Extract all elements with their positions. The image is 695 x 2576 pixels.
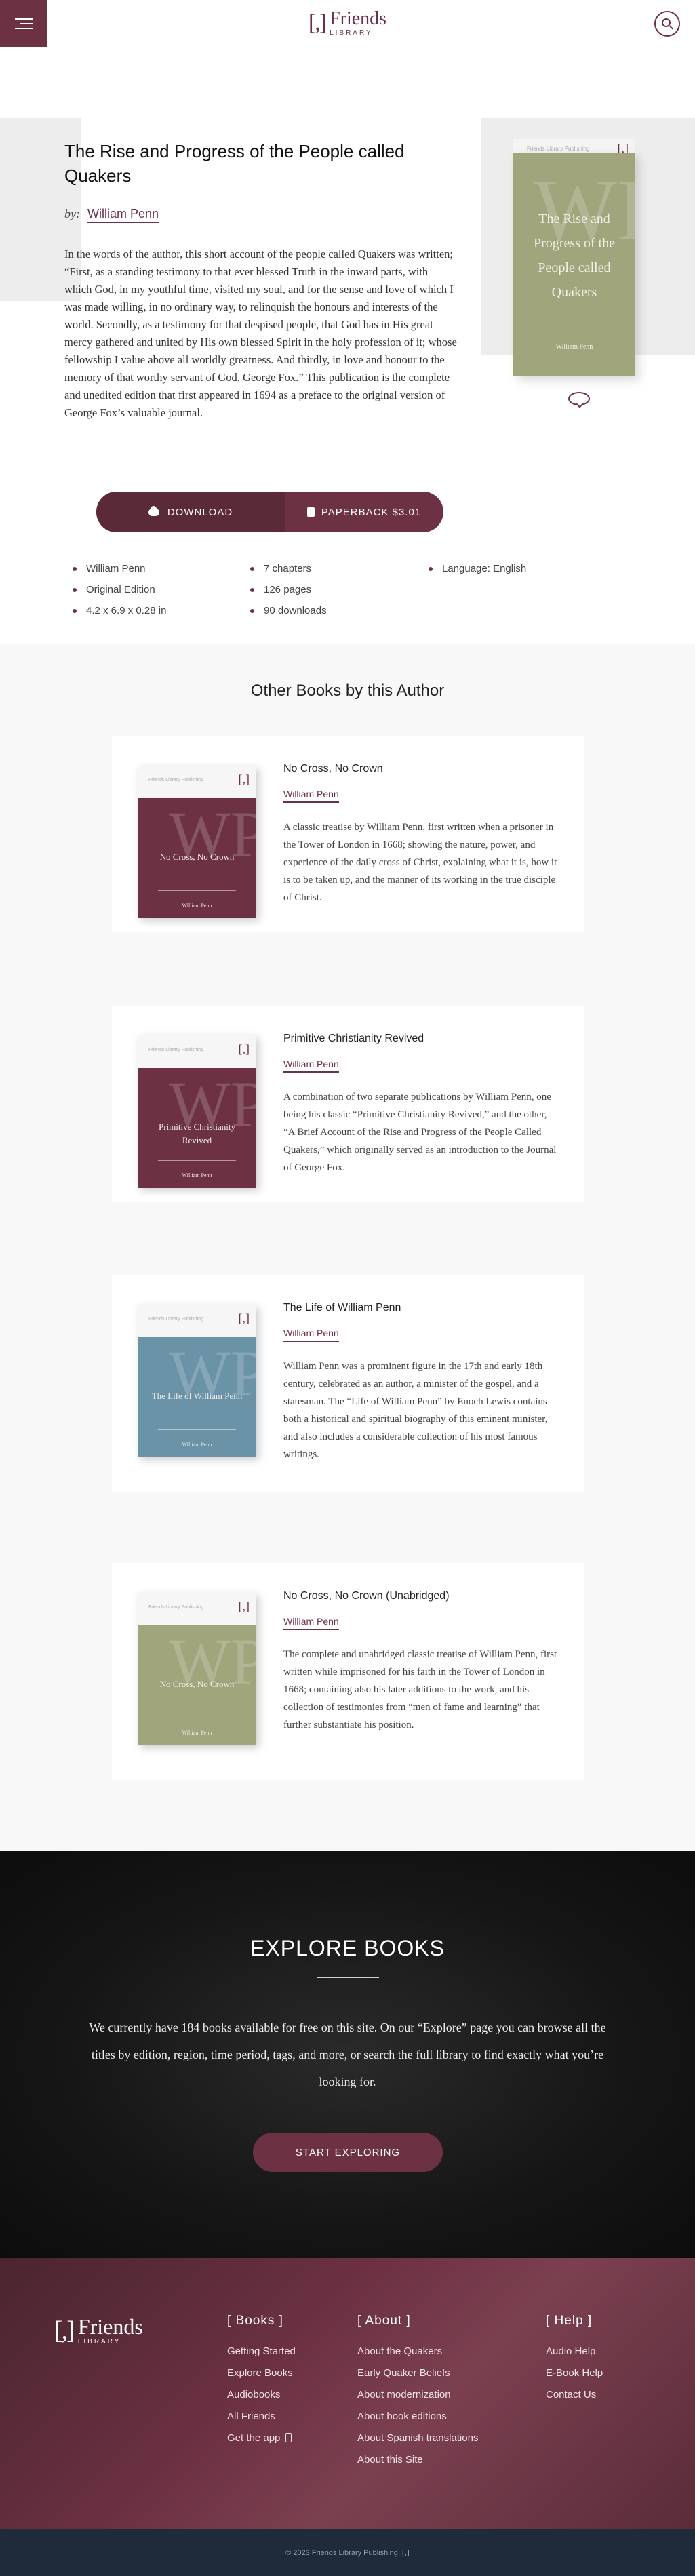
- meta-list-3: Language: English: [427, 563, 526, 584]
- book-cover[interactable]: WP The Rise and Progress of the People c…: [513, 153, 635, 376]
- meta-size: 4.2 x 6.9 x 0.28 in: [71, 605, 166, 626]
- download-button[interactable]: DOWNLOAD: [96, 492, 285, 532]
- section-heading: Other Books by this Author: [250, 681, 445, 700]
- footer-link-app[interactable]: Get the app: [227, 2428, 296, 2449]
- byline: by: William Penn: [64, 207, 159, 223]
- footer-col-about: [ About ] About the Quakers Early Quaker…: [357, 2314, 478, 2471]
- logo-subtext: LIBRARY: [330, 29, 373, 37]
- book-description: In the words of the author, this short a…: [64, 247, 457, 419]
- book-card-title[interactable]: No Cross, No Crown: [283, 763, 383, 775]
- book-card-title[interactable]: Primitive Christianity Revived: [283, 1033, 424, 1045]
- footer-link[interactable]: About Spanish translations: [357, 2428, 478, 2449]
- cover-title: Primitive Christianity Revived: [158, 1122, 236, 1145]
- cover-author: William Penn: [182, 1442, 212, 1448]
- by-label: by:: [64, 207, 80, 220]
- cover-author: William Penn: [182, 1730, 212, 1736]
- book-card-description: William Penn was a prominent figure in t…: [283, 1361, 548, 1460]
- book-card-description: The complete and unabridged classic trea…: [283, 1649, 557, 1730]
- meta-downloads: 90 downloads: [249, 605, 327, 626]
- footer-heading: [ Help ]: [546, 2314, 593, 2328]
- cover-title: No Cross, No Crown: [159, 852, 235, 862]
- book-card-author[interactable]: William Penn: [283, 1328, 339, 1342]
- site-logo[interactable]: [,] Friends LIBRARY: [309, 9, 386, 37]
- footer-link[interactable]: Explore Books: [227, 2362, 296, 2384]
- footer-col-books: [ Books ] Getting Started Explore Books …: [227, 2314, 296, 2449]
- footer-link[interactable]: Audiobooks: [227, 2384, 296, 2406]
- cover-title: The Life of William Penn: [151, 1391, 243, 1401]
- cover-author: William Penn: [182, 1172, 212, 1178]
- cover-publisher: Friends Library Publishing: [527, 146, 590, 152]
- book-card[interactable]: Friends Library Publishing [,] WP No Cros…: [112, 1563, 584, 1780]
- meta-pages: 126 pages: [249, 584, 327, 605]
- footer-link[interactable]: Early Quaker Beliefs: [357, 2362, 478, 2384]
- footer-link[interactable]: Audio Help: [546, 2341, 603, 2362]
- footer-link[interactable]: All Friends: [227, 2406, 296, 2428]
- book-card-description: A combination of two separate publicatio…: [283, 1092, 557, 1173]
- rotate-cover-icon[interactable]: [568, 392, 590, 405]
- meta-author: William Penn: [71, 563, 166, 584]
- book-icon: [306, 507, 315, 517]
- top-nav: [,] Friends LIBRARY: [0, 0, 695, 47]
- footer-link[interactable]: About this Site: [357, 2449, 478, 2471]
- search-icon[interactable]: [654, 11, 680, 37]
- other-books-section: Other Books by this Author Friends Libra…: [0, 644, 695, 1851]
- footer-link[interactable]: About the Quakers: [357, 2341, 478, 2362]
- logo-text: Friends: [330, 8, 387, 29]
- cover-author: William Penn: [182, 903, 212, 909]
- copyright-bar: © 2023 Friends Library Publishing [,]: [0, 2529, 695, 2576]
- book-hero: The Rise and Progress of the People call…: [0, 47, 695, 644]
- phone-icon: [285, 2433, 292, 2442]
- action-bar: DOWNLOAD PAPERBACK $3.01: [96, 492, 443, 532]
- paperback-button[interactable]: PAPERBACK $3.01: [285, 492, 443, 532]
- meta-list-1: William Penn Original Edition 4.2 x 6.9 …: [71, 563, 166, 626]
- footer-heading: [ Books ]: [227, 2314, 283, 2328]
- cover-title: No Cross, No Crown: [159, 1679, 235, 1689]
- cover-header: Friends Library Publishing [,]: [138, 1035, 256, 1068]
- explore-heading: EXPLORE BOOKS: [250, 1936, 445, 1960]
- footer-heading: [ About ]: [357, 2314, 411, 2328]
- logo-mark: [,]: [308, 10, 327, 35]
- book-card-author[interactable]: William Penn: [283, 1616, 339, 1630]
- book-card-author[interactable]: William Penn: [283, 789, 339, 803]
- start-exploring-button[interactable]: START EXPLORING: [253, 2133, 443, 2172]
- cover-header: Friends Library Publishing [,]: [138, 1593, 256, 1625]
- cover-header: Friends Library Publishing [,]: [138, 766, 256, 798]
- footer-link[interactable]: About modernization: [357, 2384, 478, 2406]
- copyright-text: © 2023 Friends Library Publishing: [285, 2548, 398, 2557]
- footer-link[interactable]: E-Book Help: [546, 2362, 603, 2384]
- book-card[interactable]: Friends Library Publishing [,] WP No Cros…: [112, 736, 584, 932]
- meta-chapters: 7 chapters: [249, 563, 327, 584]
- divider: [317, 1977, 379, 1978]
- book-card-title[interactable]: No Cross, No Crown (Unabridged): [283, 1590, 450, 1602]
- footer-logo[interactable]: [,] Friends LIBRARY: [54, 2316, 143, 2345]
- meta-edition: Original Edition: [71, 584, 166, 605]
- page-title: The Rise and Progress of the People call…: [64, 141, 405, 186]
- book-card[interactable]: Friends Library Publishing [,] WP The Lif…: [112, 1275, 584, 1492]
- explore-text: We currently have 184 books available fo…: [89, 2021, 606, 2088]
- cover-title: The Rise and Progress of the People call…: [534, 212, 615, 300]
- explore-section: EXPLORE BOOKS We currently have 184 book…: [0, 1851, 695, 2258]
- book-card-author[interactable]: William Penn: [283, 1058, 339, 1073]
- footer-link[interactable]: Getting Started: [227, 2341, 296, 2362]
- book-card-description: A classic treatise by William Penn, firs…: [283, 822, 557, 903]
- cover-author: William Penn: [555, 343, 593, 351]
- author-link[interactable]: William Penn: [87, 207, 159, 223]
- footer-link[interactable]: Contact Us: [546, 2384, 603, 2406]
- footer-link[interactable]: About book editions: [357, 2406, 478, 2428]
- footer-col-help: [ Help ] Audio Help E-Book Help Contact …: [546, 2314, 603, 2406]
- cover-header: Friends Library Publishing [,]: [138, 1305, 256, 1337]
- book-card-title[interactable]: The Life of William Penn: [283, 1302, 401, 1314]
- meta-list-2: 7 chapters 126 pages 90 downloads: [249, 563, 327, 626]
- cloud-download-icon: [148, 505, 159, 516]
- copyright-logo: [,]: [401, 2548, 410, 2557]
- book-card[interactable]: Friends Library Publishing [,] WP Primiti…: [112, 1006, 584, 1202]
- footer: [,] Friends LIBRARY [ Books ] Getting St…: [0, 2258, 695, 2529]
- hamburger-menu-icon[interactable]: [0, 0, 47, 47]
- meta-language: Language: English: [427, 563, 526, 584]
